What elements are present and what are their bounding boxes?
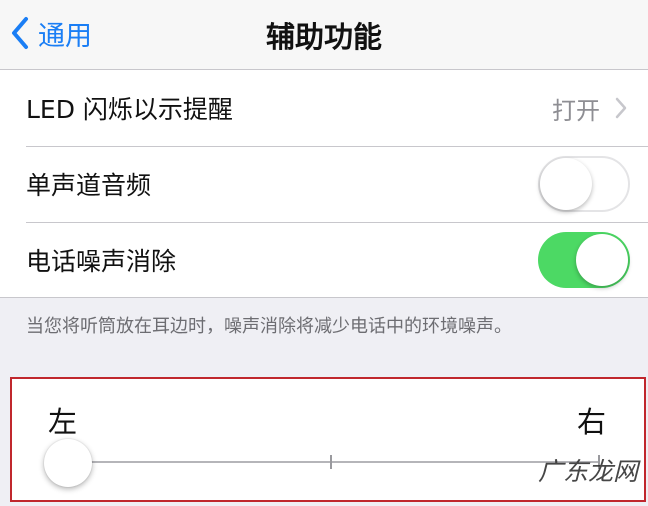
balance-slider-track[interactable] xyxy=(68,461,600,463)
navigation-bar: 通用 辅助功能 xyxy=(0,0,648,70)
noise-cancellation-label: 电话噪声消除 xyxy=(26,247,177,276)
balance-right-label: 右 xyxy=(576,405,606,439)
led-flash-detail: 打开 xyxy=(552,91,628,126)
noise-cancellation-toggle[interactable] xyxy=(538,232,630,288)
settings-group: LED 闪烁以示提醒 打开 单声道音频 电话噪声消除 xyxy=(0,70,648,298)
toggle-knob xyxy=(576,234,628,286)
balance-center-tick xyxy=(330,455,332,469)
noise-cancellation-footnote: 当您将听筒放在耳边时，噪声消除将减少电话中的环境噪声。 xyxy=(26,316,512,337)
chevron-right-icon xyxy=(615,97,627,119)
balance-slider-thumb[interactable] xyxy=(44,439,92,487)
mono-audio-label: 单声道音频 xyxy=(26,171,152,200)
watermark: 广东龙网 xyxy=(537,457,638,486)
mono-audio-row: 单声道音频 xyxy=(0,146,648,222)
page-title: 辅助功能 xyxy=(265,20,382,54)
led-flash-label: LED 闪烁以示提醒 xyxy=(26,95,233,124)
toggle-knob xyxy=(540,158,592,210)
led-flash-row[interactable]: LED 闪烁以示提醒 打开 xyxy=(0,70,648,146)
led-flash-value: 打开 xyxy=(552,96,600,125)
balance-left-label: 左 xyxy=(48,405,78,439)
noise-cancellation-row: 电话噪声消除 xyxy=(0,222,648,298)
mono-audio-toggle[interactable] xyxy=(538,156,630,212)
